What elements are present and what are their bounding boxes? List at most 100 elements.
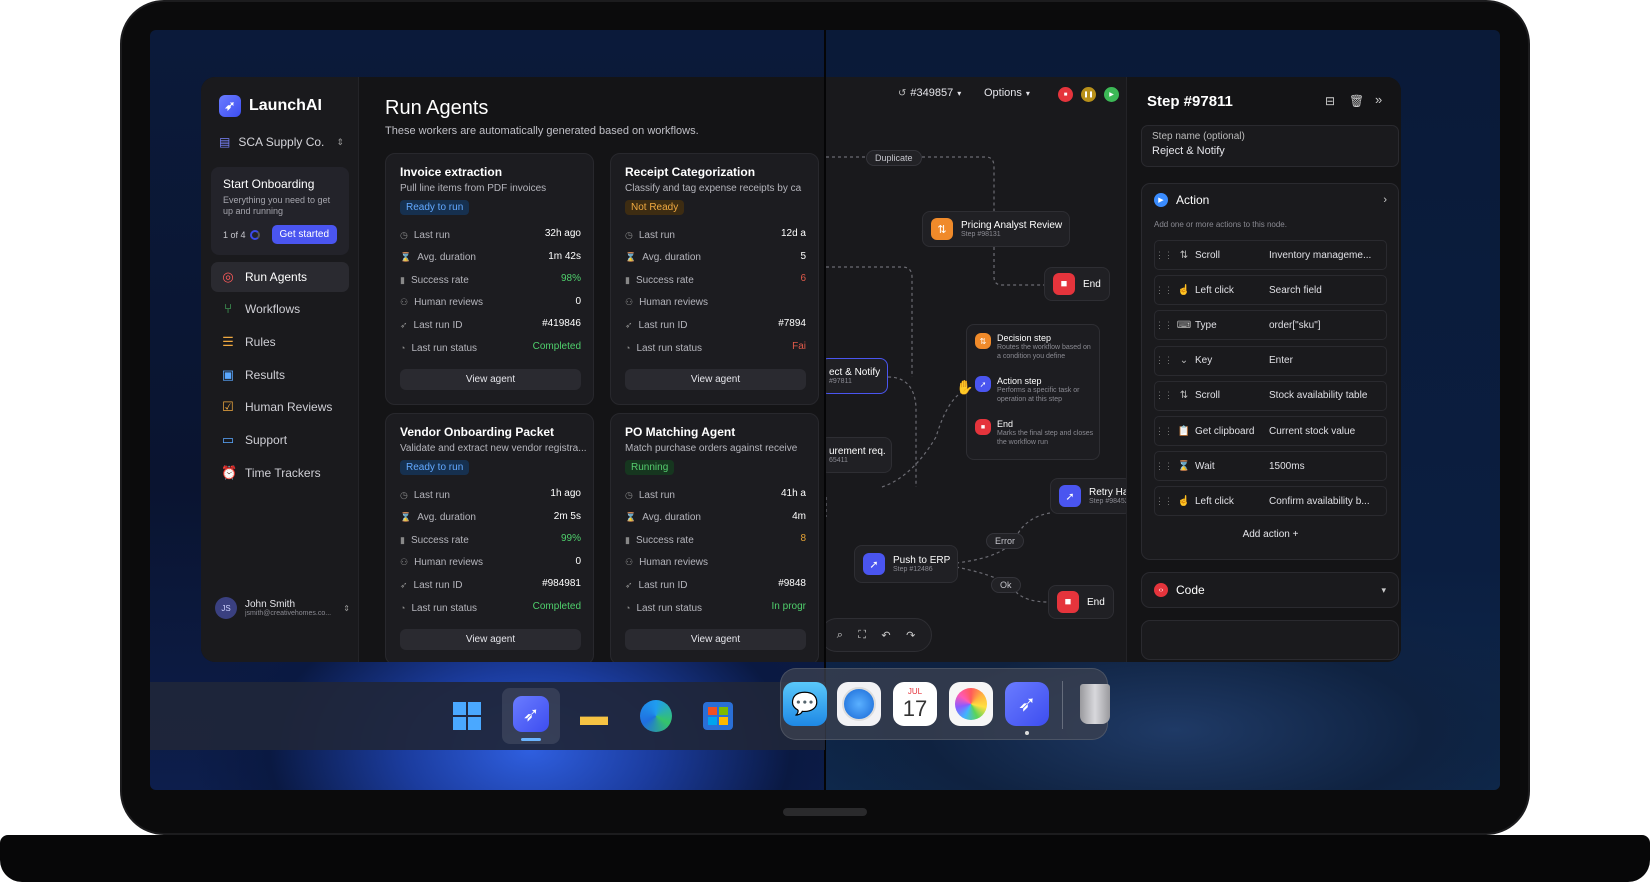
view-agent-button[interactable]: View agent bbox=[400, 629, 581, 650]
options-menu[interactable]: Options ▾ bbox=[984, 87, 1030, 99]
action-row[interactable]: ⋮⋮ 📋 Get clipboard Current stock value bbox=[1154, 416, 1387, 446]
cursor-click-icon: ➚ bbox=[1059, 485, 1081, 507]
drag-handle-icon[interactable]: ⋮⋮ bbox=[1155, 285, 1173, 296]
node-end-2[interactable]: ■ End bbox=[1048, 585, 1114, 619]
stat-value: 8 bbox=[800, 533, 806, 545]
rocket-logo-icon: ➶ bbox=[219, 95, 241, 117]
agent-card[interactable]: Vendor Onboarding Packet Validate and ex… bbox=[385, 413, 594, 662]
menu-decision-step[interactable]: ⇅ Decision step Routes the workflow based… bbox=[975, 333, 1095, 361]
action-header[interactable]: ▶ Action › bbox=[1154, 193, 1387, 207]
stat-row: ⚇ Human reviews 0 bbox=[400, 556, 581, 570]
signal-icon: ▮ bbox=[400, 534, 405, 545]
stat-label: Last run status bbox=[636, 602, 703, 614]
drag-handle-icon[interactable]: ⋮⋮ bbox=[1155, 355, 1173, 366]
active-indicator bbox=[521, 738, 541, 741]
stop-button[interactable]: ■ bbox=[1058, 87, 1073, 102]
edge-browser-icon[interactable] bbox=[636, 696, 676, 736]
stat-row: ➶ Last run ID #7894 bbox=[625, 318, 806, 332]
trash-icon[interactable] bbox=[1073, 682, 1117, 726]
timer-icon: ⌛ bbox=[625, 512, 637, 523]
fit-view-icon[interactable]: ⛶ bbox=[858, 629, 866, 642]
agent-card[interactable]: Receipt Categorization Classify and tag … bbox=[610, 153, 819, 405]
person-icon: ⚇ bbox=[400, 297, 409, 308]
action-row[interactable]: ⋮⋮ ☝ Left click Confirm availability b..… bbox=[1154, 486, 1387, 517]
collapse-panel-icon[interactable]: » bbox=[1375, 92, 1382, 107]
node-end-1[interactable]: ■ End bbox=[1044, 267, 1110, 301]
nav-human-reviews[interactable]: ☑ Human Reviews bbox=[211, 392, 349, 422]
redo-icon[interactable]: ↷ bbox=[906, 629, 915, 642]
safari-icon[interactable] bbox=[837, 682, 881, 726]
menu-action-step[interactable]: ➚ Action step Performs a specific task or… bbox=[975, 376, 1095, 404]
trash-icon[interactable]: 🗑 bbox=[1349, 94, 1364, 108]
photos-icon[interactable] bbox=[949, 682, 993, 726]
drag-handle-icon[interactable]: ⋮⋮ bbox=[1155, 426, 1173, 437]
view-agent-button[interactable]: View agent bbox=[625, 629, 806, 650]
node-step: 65411 bbox=[829, 457, 848, 464]
code-section[interactable]: ‹› Code ▾ bbox=[1141, 572, 1399, 608]
node-retry-handler[interactable]: ➚ Retry Han Step #98452 bbox=[1050, 478, 1134, 514]
key-icon: ⌄ bbox=[1179, 355, 1189, 367]
node-reject-notify[interactable]: ect & Notify #97811 bbox=[826, 358, 888, 394]
nav-support[interactable]: ▭ Support bbox=[211, 425, 349, 455]
node-procurement-req[interactable]: urement req. 65411 bbox=[826, 437, 892, 473]
step-name-field[interactable]: Step name (optional) Reject & Notify bbox=[1141, 125, 1399, 167]
action-row[interactable]: ⋮⋮ ☝ Left click Search field bbox=[1154, 275, 1387, 306]
archive-icon[interactable]: ⊟ bbox=[1325, 94, 1335, 108]
stat-row: ⌛ Avg. duration 5 bbox=[625, 251, 806, 265]
view-agent-button[interactable]: View agent bbox=[400, 369, 581, 390]
node-title: Push to ERP bbox=[893, 555, 951, 566]
calendar-icon[interactable]: JUL 17 bbox=[893, 682, 937, 726]
stat-value: 1h ago bbox=[550, 488, 581, 499]
action-type: Scroll bbox=[1195, 390, 1221, 402]
undo-icon[interactable]: ↶ bbox=[881, 629, 890, 642]
drag-handle-icon[interactable]: ⋮⋮ bbox=[1155, 461, 1173, 472]
nav-workflows[interactable]: ⑂ Workflows bbox=[211, 294, 349, 324]
nav-results[interactable]: ▣ Results bbox=[211, 360, 349, 390]
drag-handle-icon[interactable]: ⋮⋮ bbox=[1155, 250, 1173, 261]
stat-value: 1m 42s bbox=[548, 250, 581, 262]
windows-start-icon[interactable] bbox=[447, 696, 487, 736]
nav-rules[interactable]: ☰ Rules bbox=[211, 327, 349, 357]
drag-handle-icon[interactable]: ⋮⋮ bbox=[1155, 320, 1173, 331]
nav-label: Workflows bbox=[245, 302, 301, 316]
scroll-icon: ⇅ bbox=[1179, 390, 1189, 402]
agent-card[interactable]: Invoice extraction Pull line items from … bbox=[385, 153, 594, 405]
run-id-selector[interactable]: ↺ #349857 ▾ bbox=[898, 87, 961, 99]
stat-label: Last run bbox=[638, 489, 675, 501]
action-row[interactable]: ⋮⋮ ⌛ Wait 1500ms bbox=[1154, 451, 1387, 482]
action-row[interactable]: ⋮⋮ ⇅ Scroll Inventory manageme... bbox=[1154, 240, 1387, 270]
signal-icon: ▮ bbox=[400, 274, 405, 285]
agent-card[interactable]: PO Matching Agent Match purchase orders … bbox=[610, 413, 819, 662]
taskbar-launchai-active[interactable]: ➶ bbox=[502, 688, 560, 744]
view-agent-button[interactable]: View agent bbox=[625, 369, 806, 390]
store-icon[interactable] bbox=[698, 696, 738, 736]
play-button[interactable]: ▶ bbox=[1104, 87, 1119, 102]
launchai-rocket-icon[interactable]: ➶ bbox=[1005, 682, 1049, 726]
menu-end[interactable]: ■ End Marks the final step and closes the… bbox=[975, 419, 1095, 447]
drag-handle-icon[interactable]: ⋮⋮ bbox=[1155, 496, 1173, 507]
file-explorer-icon[interactable]: ▬ bbox=[574, 696, 614, 736]
action-row[interactable]: ⋮⋮ ⌨ Type order["sku"] bbox=[1154, 310, 1387, 341]
stat-label: Success rate bbox=[635, 534, 694, 546]
node-push-to-erp[interactable]: ➚ Push to ERP Step #12486 bbox=[854, 545, 958, 583]
action-row[interactable]: ⋮⋮ ⌄ Key Enter bbox=[1154, 345, 1387, 376]
menu-item-title: Decision step bbox=[997, 333, 1052, 343]
pause-button[interactable]: ❚❚ bbox=[1081, 87, 1096, 102]
user-menu[interactable]: JS John Smith jsmith@creativehomes.co...… bbox=[215, 597, 350, 619]
action-row[interactable]: ⋮⋮ ⇅ Scroll Stock availability table bbox=[1154, 380, 1387, 411]
duplicate-label[interactable]: Duplicate bbox=[866, 150, 922, 166]
node-pricing-analyst-review[interactable]: ⇅ Pricing Analyst Review Step #98131 bbox=[922, 211, 1070, 247]
nav-run-agents[interactable]: ◎ Run Agents bbox=[211, 262, 349, 292]
add-action-button[interactable]: Add action + bbox=[1154, 522, 1387, 546]
zoom-out-icon[interactable]: ⌕ bbox=[837, 629, 843, 642]
get-started-button[interactable]: Get started bbox=[271, 225, 337, 244]
stat-label: Last run bbox=[413, 489, 450, 501]
status-badge: Not Ready bbox=[625, 200, 685, 215]
action-type: Type bbox=[1195, 319, 1217, 331]
nav-time-trackers[interactable]: ⏰ Time Trackers bbox=[211, 458, 349, 488]
workflow-canvas[interactable]: ↺ #349857 ▾ Options ▾ ■ ❚❚ ▶ Duplicate ⇅… bbox=[826, 77, 1134, 662]
brand[interactable]: ➶ LaunchAI bbox=[219, 95, 322, 117]
messages-icon[interactable]: 💬 bbox=[783, 682, 827, 726]
org-switcher[interactable]: ▤ SCA Supply Co. ⇕ bbox=[219, 135, 344, 149]
drag-handle-icon[interactable]: ⋮⋮ bbox=[1155, 390, 1173, 401]
